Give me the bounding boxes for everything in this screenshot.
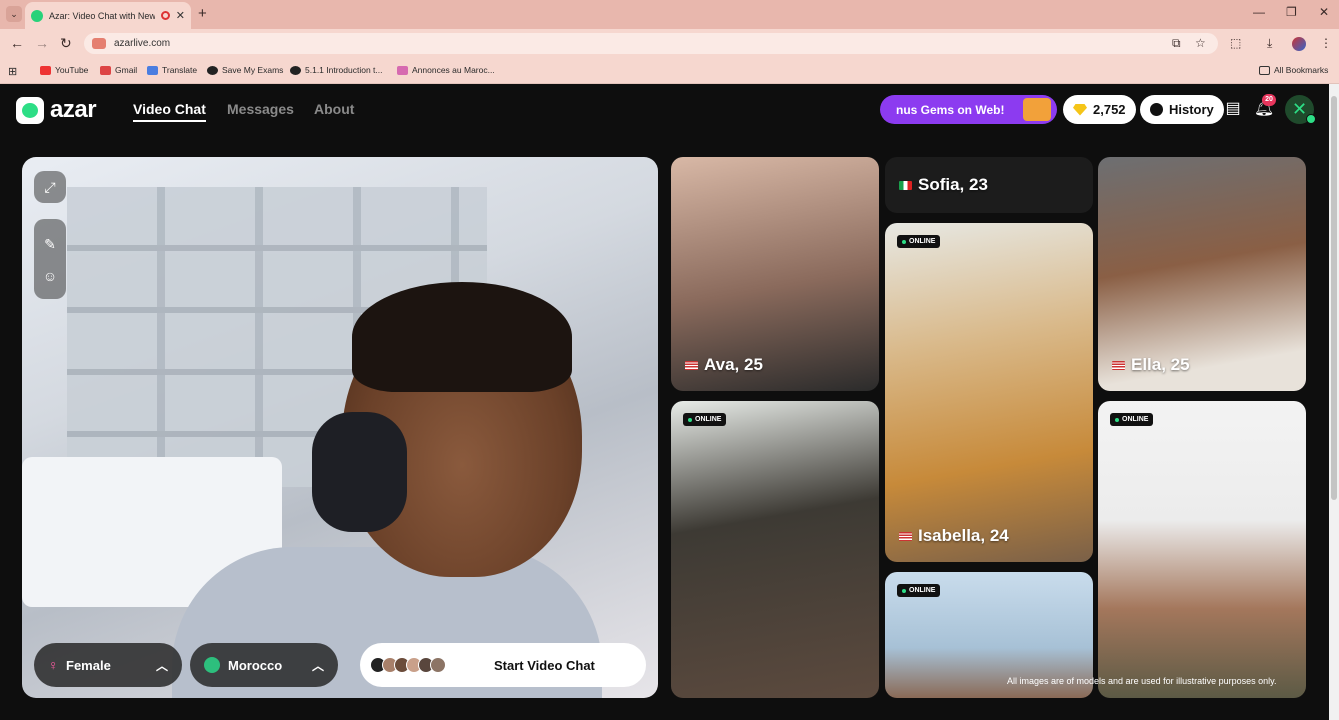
notification-badge: 20 (1262, 94, 1276, 106)
card-name: Sofia, 23 (899, 175, 988, 195)
gift-box-icon (1023, 98, 1051, 121)
globe-icon (207, 65, 218, 75)
profile-card-man[interactable]: ONLINE (671, 401, 879, 698)
browser-tab[interactable]: Azar: Video Chat with New ✕ (25, 2, 191, 29)
back-icon[interactable]: ← (10, 35, 24, 51)
restore-icon[interactable]: ❐ (1286, 5, 1297, 19)
history-label: History (1169, 102, 1214, 117)
bookmark-star-icon[interactable]: ☆ (1195, 36, 1206, 50)
address-bar[interactable]: azarlive.com (84, 33, 1218, 54)
new-tab-button[interactable]: + (198, 5, 207, 22)
close-window-icon[interactable]: ✕ (1319, 5, 1329, 19)
azar-logo-icon (16, 96, 44, 124)
chevron-up-icon: ︿ (155, 658, 168, 673)
forward-icon[interactable]: → (35, 35, 49, 51)
azar-favicon-icon (31, 9, 43, 22)
person-hair (352, 282, 572, 392)
browser-toolbar: ← → ↻ azarlive.com ⧉ ☆ ⬚ ⤓ ⋮ (0, 29, 1339, 58)
promo-banner[interactable]: nus Gems on Web! (880, 95, 1057, 124)
azar-logo[interactable]: azar (16, 96, 97, 124)
magic-wand-icon[interactable]: ✎ (34, 227, 66, 261)
menu-icon[interactable]: ⋮ (1320, 36, 1332, 50)
bookmark-introduction[interactable]: 5.1.1 Introduction t... (290, 65, 383, 75)
browser-profile-avatar[interactable] (1292, 37, 1306, 51)
globe-icon (290, 65, 301, 75)
disclaimer-text: All images are of models and are used fo… (1007, 676, 1277, 686)
bookmark-save-my-exams[interactable]: Save My Exams (207, 65, 283, 75)
youtube-icon (40, 65, 51, 75)
gems-balance-button[interactable]: 2,752 (1063, 95, 1136, 124)
inbox-icon[interactable]: ▤ (1222, 98, 1244, 120)
profile-card-smiling[interactable]: ONLINE (1098, 401, 1306, 698)
gender-filter[interactable]: ♀ Female ︿ (34, 643, 182, 687)
tab-title: Azar: Video Chat with New (49, 10, 155, 21)
profile-card-isabella[interactable]: ONLINE Isabella, 24 (885, 223, 1093, 562)
gems-count: 2,752 (1093, 102, 1126, 117)
avatar (430, 657, 446, 673)
card-name: Ava, 25 (685, 355, 763, 375)
start-video-chat-button[interactable]: Start Video Chat (360, 643, 646, 687)
italy-flag-icon (899, 180, 912, 190)
tab-search-icon[interactable]: ⌄ (6, 6, 22, 22)
scrollbar-thumb[interactable] (1331, 96, 1337, 500)
camera-in-use-icon[interactable] (92, 38, 106, 49)
reload-icon[interactable]: ↻ (60, 35, 72, 52)
nav-video-chat[interactable]: Video Chat (133, 101, 206, 122)
bookmarks-bar: ⊞ YouTube Gmail Translate Save My Exams … (0, 58, 1339, 84)
promo-text: nus Gems on Web! (896, 102, 1005, 117)
us-flag-icon (685, 360, 698, 370)
country-label: Morocco (228, 657, 283, 673)
card-name: Isabella, 24 (899, 526, 1009, 546)
expand-icon[interactable]: ⤢ (34, 171, 66, 203)
sticker-icon[interactable]: ☺ (34, 261, 66, 291)
url-text: azarlive.com (114, 38, 171, 49)
azar-app: azar Video Chat Messages About nus Gems … (0, 84, 1329, 720)
nav-messages[interactable]: Messages (227, 101, 294, 117)
profile-card-sofia[interactable]: Sofia, 23 (885, 157, 1093, 213)
user-avatars (370, 657, 446, 673)
female-icon: ♀ (48, 657, 59, 673)
gem-icon (1073, 103, 1087, 116)
translate-icon (147, 65, 158, 75)
bookmark-youtube[interactable]: YouTube (40, 65, 88, 75)
profile-card-ella[interactable]: Ella, 25 (1098, 157, 1306, 391)
profile-avatar[interactable]: ✕ (1285, 95, 1316, 124)
all-bookmarks[interactable]: All Bookmarks (1259, 65, 1328, 75)
gmail-icon (100, 65, 111, 75)
status-dot (1306, 114, 1316, 124)
bookmark-annonces[interactable]: Annonces au Maroc... (397, 65, 495, 75)
install-app-icon[interactable]: ⧉ (1172, 36, 1181, 51)
site-icon (397, 65, 408, 75)
recording-icon (160, 11, 170, 20)
minimize-icon[interactable]: — (1253, 5, 1265, 19)
browser-tab-bar: ⌄ Azar: Video Chat with New ✕ + — ❐ ✕ (0, 0, 1339, 29)
history-button[interactable]: History (1140, 95, 1224, 124)
start-video-chat-label: Start Video Chat (494, 657, 595, 673)
close-tab-icon[interactable]: ✕ (176, 9, 185, 22)
us-flag-icon (899, 531, 912, 541)
card-name: Ella, 25 (1112, 355, 1190, 375)
profile-card-ava[interactable]: Ava, 25 (671, 157, 879, 391)
us-flag-icon (1112, 360, 1125, 370)
online-badge: ONLINE (1110, 413, 1154, 426)
globe-icon (204, 657, 220, 673)
logo-text: azar (50, 96, 97, 123)
online-badge: ONLINE (897, 235, 941, 248)
bookmark-gmail[interactable]: Gmail (100, 65, 137, 75)
region-filter[interactable]: Morocco ︿ (190, 643, 338, 687)
clock-icon (1150, 103, 1163, 116)
nav-about[interactable]: About (314, 101, 354, 117)
extensions-icon[interactable]: ⬚ (1230, 36, 1241, 50)
online-badge: ONLINE (683, 413, 727, 426)
camera-preview: ⤢ ✎ ☺ ♀ Female ︿ Morocco ︿ Start Video C… (22, 157, 658, 698)
headphones (312, 412, 407, 532)
downloads-icon[interactable]: ⤓ (1267, 36, 1272, 51)
folder-icon (1259, 65, 1270, 75)
apps-icon[interactable]: ⊞ (8, 65, 17, 78)
bookmark-translate[interactable]: Translate (147, 65, 197, 75)
effects-toolbar: ✎ ☺ (34, 219, 66, 299)
chevron-up-icon: ︿ (311, 658, 324, 673)
online-badge: ONLINE (897, 584, 941, 597)
gender-label: Female (66, 657, 111, 673)
